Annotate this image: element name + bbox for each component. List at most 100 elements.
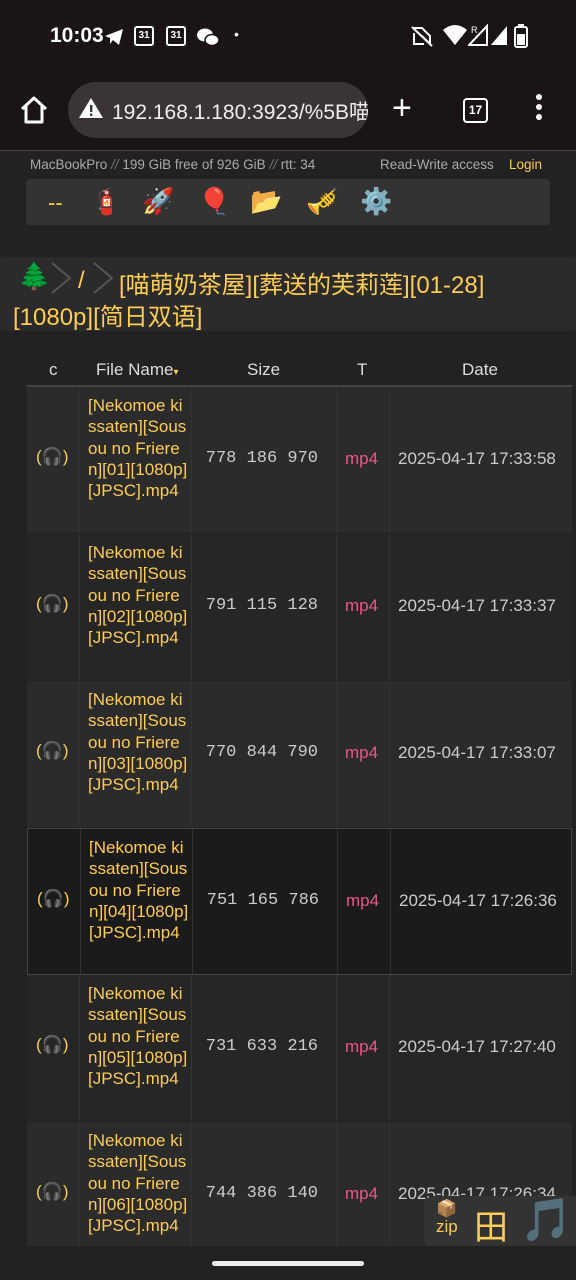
file-size: 731 633 216 [205,1037,318,1056]
wechat-icon [197,28,220,47]
play-cell: (🎧) [27,681,80,827]
battery-icon [514,24,528,48]
table-header: c File Name▾ Size T Date [27,354,572,387]
table-row[interactable]: (🎧) [Nekomoe kissaten][Sousou no Frieren… [27,975,572,1122]
telegram-icon [105,29,123,45]
gesture-bar [0,1246,576,1280]
rocket-icon[interactable]: 🚀 [142,185,174,217]
fire-extinguisher-icon[interactable]: 🧯 [90,185,122,217]
size-cell: 731 633 216 [192,975,337,1121]
table-row[interactable]: (🎧) [Nekomoe kissaten][Sousou no Frieren… [27,534,572,681]
trumpet-icon[interactable]: 🎺 [306,185,338,217]
file-link[interactable]: [Nekomoe kissaten][Sousou no Frieren][04… [89,837,189,943]
media-widgets: 📦 zip 田 🎵 [424,1196,576,1248]
zip-label: zip [436,1217,458,1236]
file-date: 2025-04-17 17:33:58 [398,449,556,468]
new-tab-button[interactable]: + [392,86,412,130]
file-size: 744 386 140 [205,1184,318,1203]
file-date: 2025-04-17 17:33:37 [398,596,556,615]
ops-collapse-button[interactable]: -- [48,187,63,219]
date-cell: 2025-04-17 17:33:58 [390,387,572,533]
zip-download-button[interactable]: 📦 zip [436,1200,458,1236]
rtt: rtt: 34 [280,157,316,172]
file-link[interactable]: [Nekomoe kissaten][Sousou no Frieren][03… [88,689,188,795]
col-header-date[interactable]: Date [462,360,498,380]
disk-space: 199 GiB free of 926 GiB [122,157,266,172]
server-header: MacBookPro // 199 GiB free of 926 GiB //… [0,150,576,250]
date-cell: 2025-04-17 17:33:07 [390,681,572,827]
server-info: MacBookPro // 199 GiB free of 926 GiB //… [30,157,315,172]
calendar-icon: 31 [134,26,154,46]
size-cell: 751 165 786 [193,829,338,974]
table-row[interactable]: (🎧) [Nekomoe kissaten][Sousou no Frieren… [27,387,572,534]
play-audio-button[interactable]: (🎧) [36,1182,69,1202]
gear-icon[interactable]: ⚙️ [360,185,392,217]
svg-text:R: R [471,25,478,35]
login-link[interactable]: Login [509,157,542,172]
col-header-size[interactable]: Size [247,360,280,380]
file-size: 770 844 790 [205,743,318,762]
music-player-icon[interactable]: 🎵 [520,1196,572,1245]
play-audio-button[interactable]: (🎧) [36,741,69,761]
play-cell: (🎧) [27,975,80,1121]
file-size: 778 186 970 [205,449,318,468]
breadcrumb: 🌲 / [喵萌奶茶屋][葬送的芙莉莲][01-28] [1080p][简日双语] [0,257,576,331]
name-cell: [Nekomoe kissaten][Sousou no Frieren][03… [80,681,192,827]
col-header-type[interactable]: T [357,360,367,380]
file-link[interactable]: [Nekomoe kissaten][Sousou no Frieren][02… [88,542,188,648]
notification-dot-icon: • [234,26,239,42]
play-cell: (🎧) [27,534,80,680]
tree-icon[interactable]: 🌲 [18,261,50,292]
type-cell: mp4 [337,681,390,827]
table-row[interactable]: (🎧) [Nekomoe kissaten][Sousou no Frieren… [27,681,572,828]
open-folder-icon[interactable]: 📂 [250,185,282,217]
play-audio-button[interactable]: (🎧) [37,889,70,909]
file-link[interactable]: [Nekomoe kissaten][Sousou no Frieren][05… [88,983,188,1089]
signal-roaming-icon: R [468,24,488,46]
file-link[interactable]: [Nekomoe kissaten][Sousou no Frieren][06… [88,1130,188,1236]
col-header-name-label: File Name [96,360,174,379]
more-menu-icon[interactable] [536,94,548,124]
play-audio-button[interactable]: (🎧) [36,447,69,467]
col-header-c[interactable]: c [49,360,58,380]
chevron-right-icon [51,262,72,294]
url-text[interactable]: 192.168.1.180:3923/%5B喵 [112,96,368,126]
play-audio-button[interactable]: (🎧) [36,594,69,614]
play-audio-button[interactable]: (🎧) [36,1035,69,1055]
file-link[interactable]: [Nekomoe kissaten][Sousou no Frieren][01… [88,395,188,501]
address-bar[interactable]: 192.168.1.180:3923/%5B喵 [68,82,368,138]
play-cell: (🎧) [27,387,80,533]
file-date: 2025-04-17 17:33:07 [398,743,556,762]
col-header-name[interactable]: File Name▾ [96,360,179,380]
home-gesture-handle[interactable] [212,1261,364,1266]
sort-arrow-icon: ▾ [173,367,179,378]
clock: 10:03 [50,24,104,47]
wifi-icon [443,25,467,45]
name-cell: [Nekomoe kissaten][Sousou no Frieren][04… [81,829,193,974]
file-type: mp4 [346,891,380,910]
file-date: 2025-04-17 17:26:36 [399,891,557,910]
name-cell: [Nekomoe kissaten][Sousou no Frieren][05… [80,975,192,1121]
vibrate-off-icon [411,26,433,47]
file-type: mp4 [345,743,379,762]
type-cell: mp4 [338,829,391,974]
breadcrumb-root[interactable]: / [78,267,85,295]
calendar-icon-2: 31 [166,26,186,46]
file-type: mp4 [345,449,379,468]
grid-view-icon[interactable]: 田 [474,1200,508,1249]
warning-icon[interactable] [78,96,104,120]
file-date: 2025-04-17 17:27:40 [398,1037,556,1056]
type-cell: mp4 [337,975,390,1121]
browser-toolbar: 192.168.1.180:3923/%5B喵 + 17 [0,72,576,150]
file-size: 791 115 128 [205,596,318,615]
ops-bar: -- 🧯 🚀 🎈 📂 🎺 ⚙️ [26,179,550,225]
tab-switcher-button[interactable]: 17 [463,98,488,123]
table-row-selected[interactable]: (🎧) [Nekomoe kissaten][Sousou no Frieren… [27,828,572,975]
name-cell: [Nekomoe kissaten][Sousou no Frieren][02… [80,534,192,680]
file-table: c File Name▾ Size T Date (🎧) [Nekomoe ki… [27,354,572,1269]
play-cell: (🎧) [28,829,81,974]
breadcrumb-current-dir[interactable]: [喵萌奶茶屋][葬送的芙莉莲][01-28] [119,265,484,300]
home-icon[interactable] [18,94,50,126]
balloon-icon[interactable]: 🎈 [198,185,230,217]
breadcrumb-current-dir-cont[interactable]: [1080p][简日双语] [13,297,202,332]
